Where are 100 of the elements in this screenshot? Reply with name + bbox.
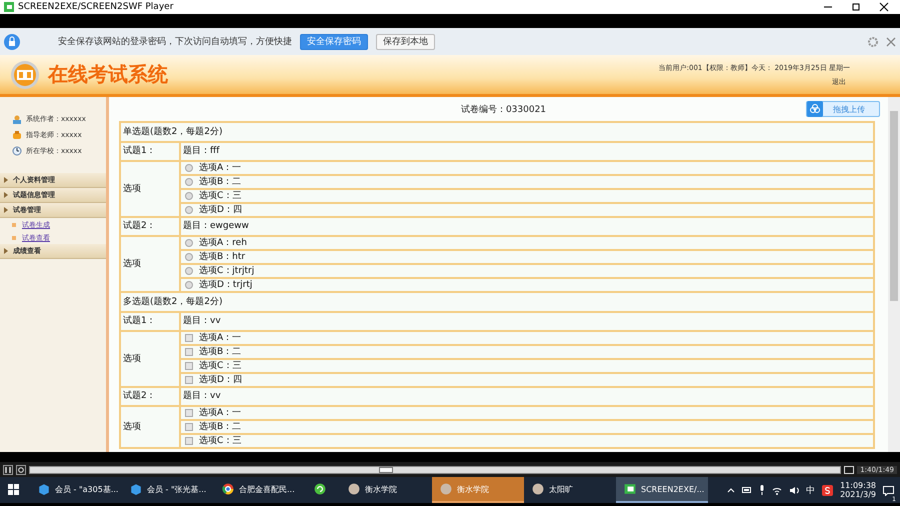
- taskbar-item[interactable]: 太阳旷: [524, 477, 616, 503]
- triangle-icon: [4, 192, 8, 198]
- radio-button[interactable]: [185, 253, 193, 261]
- option-text: 选项C：三: [199, 192, 242, 200]
- settings-button[interactable]: [16, 464, 26, 474]
- question-stem: 题目：fff: [180, 142, 874, 161]
- volume-icon[interactable]: [789, 486, 800, 494]
- checkbox[interactable]: [185, 437, 193, 445]
- pause-button[interactable]: [3, 464, 13, 474]
- options-label: 选项: [120, 331, 180, 387]
- logo-icon: [10, 60, 40, 90]
- option-text: 选项A：一: [199, 408, 242, 418]
- fullscreen-icon[interactable]: [844, 466, 854, 474]
- question-stem: 题目：vv: [180, 387, 874, 406]
- radio-button[interactable]: [185, 192, 193, 200]
- avatar-icon: [348, 483, 360, 495]
- options-label: 选项: [120, 406, 180, 448]
- users-icon: [12, 114, 22, 124]
- checkbox[interactable]: [185, 334, 193, 342]
- option-text: 选项C：jtrjtrj: [199, 266, 254, 276]
- clock-date: 2021/3/9: [840, 490, 876, 499]
- triangle-icon: [4, 177, 8, 183]
- clock-icon: [12, 146, 22, 156]
- checkbox[interactable]: [185, 409, 193, 417]
- options-label: 选项: [120, 236, 180, 292]
- paper-number: 试卷编号：0330021: [460, 104, 546, 116]
- section-title: 单选题(题数2，每题2分): [120, 122, 874, 142]
- triangle-icon: [4, 248, 8, 254]
- seek-thumb[interactable]: [379, 466, 394, 472]
- question-stem: 题目：vv: [180, 312, 874, 331]
- question-number: 试题2：: [120, 387, 180, 406]
- browser-icon: [222, 483, 234, 495]
- save-local-button[interactable]: 保存到本地: [376, 34, 435, 50]
- scrollbar[interactable]: [888, 97, 900, 452]
- window-title: SCREEN2EXE/SCREEN2SWF Player: [18, 2, 174, 12]
- option-text: 选项B：二: [199, 348, 242, 356]
- taskbar-label: 会员 - "张光基...: [147, 484, 206, 494]
- seek-track[interactable]: [29, 466, 842, 474]
- bullet-icon: [12, 236, 16, 240]
- avatar-icon: [440, 483, 452, 495]
- radio-button[interactable]: [185, 267, 193, 275]
- taskbar-item[interactable]: 衡水学院: [340, 477, 432, 503]
- windows-icon[interactable]: [8, 484, 19, 494]
- chevron-up-icon[interactable]: [727, 487, 736, 493]
- ime-indicator[interactable]: 中: [806, 484, 816, 496]
- option-text: 选项C：三: [199, 362, 242, 370]
- question-number: 试题1：: [120, 142, 180, 161]
- clock[interactable]: 11:09:38 2021/3/9: [840, 481, 876, 499]
- taskbar-item[interactable]: 合肥金喜配民...: [214, 477, 306, 503]
- checkbox[interactable]: [185, 423, 193, 431]
- radio-button[interactable]: [185, 239, 193, 247]
- taskbar-label: SCREEN2EXE/...: [641, 484, 704, 494]
- avatar-icon: [532, 483, 544, 495]
- battery-icon[interactable]: [742, 487, 752, 493]
- microphone-icon[interactable]: [759, 485, 766, 495]
- system-title: 在线考试系统: [48, 61, 168, 88]
- option-text: 选项C：三: [199, 436, 242, 446]
- option-text: 选项B：htr: [199, 252, 246, 262]
- section-title: 多选题(题数2，每题2分): [120, 292, 874, 312]
- settings-icon[interactable]: [868, 36, 878, 46]
- option-text: 选项D：四: [199, 206, 242, 214]
- checkbox[interactable]: [185, 348, 193, 356]
- option-text: 选项A：一: [199, 334, 242, 342]
- option-text: 选项B：二: [199, 422, 242, 432]
- checkbox[interactable]: [185, 376, 193, 384]
- taskbar-label: 太阳旷: [549, 484, 573, 494]
- radio-button[interactable]: [185, 164, 193, 172]
- clock-time: 11:09:38: [840, 481, 876, 490]
- option-text: 选项D：四: [199, 376, 242, 384]
- taskbar-item[interactable]: 会员 - "张光基...: [122, 477, 214, 503]
- message-icon: [883, 486, 894, 496]
- option-text: 选项B：二: [199, 178, 242, 186]
- taskbar-item[interactable]: 会员 - "a305基...: [30, 477, 122, 503]
- triangle-icon: [4, 207, 8, 213]
- refresh-icon: [314, 483, 326, 495]
- taskbar-label: 衡水学院: [365, 484, 397, 494]
- option-text: 选项D：trjrtj: [199, 280, 252, 290]
- option-text: 选项A：reh: [199, 238, 247, 248]
- screen-icon: [624, 483, 636, 495]
- taskbar-label: 合肥金喜配民...: [239, 484, 295, 494]
- cloud-icon: [807, 101, 823, 117]
- question-number: 试题2：: [120, 217, 180, 236]
- radio-button[interactable]: [185, 206, 193, 214]
- notification-message: 安全保存该网站的登录密码，下次访问自动填写，方便快捷: [58, 36, 292, 48]
- bullet-icon: [12, 222, 16, 226]
- wifi-icon[interactable]: [772, 486, 782, 494]
- taskbar-label: 衡水学院: [457, 484, 489, 494]
- option-text: 选项A：一: [199, 164, 242, 172]
- taskbar-item[interactable]: SCREEN2EXE/...: [616, 477, 708, 503]
- cube-icon: [38, 483, 50, 495]
- question-number: 试题1：: [120, 312, 180, 331]
- input-method-icon[interactable]: [822, 484, 834, 496]
- taskbar-label: 会员 - "a305基...: [55, 484, 118, 494]
- radio-button[interactable]: [185, 178, 193, 186]
- lock-icon: [4, 34, 20, 50]
- cube-icon: [130, 483, 142, 495]
- options-label: 选项: [120, 161, 180, 217]
- radio-button[interactable]: [185, 281, 193, 289]
- question-stem: 题目：ewgeww: [180, 217, 874, 236]
- checkbox[interactable]: [185, 362, 193, 370]
